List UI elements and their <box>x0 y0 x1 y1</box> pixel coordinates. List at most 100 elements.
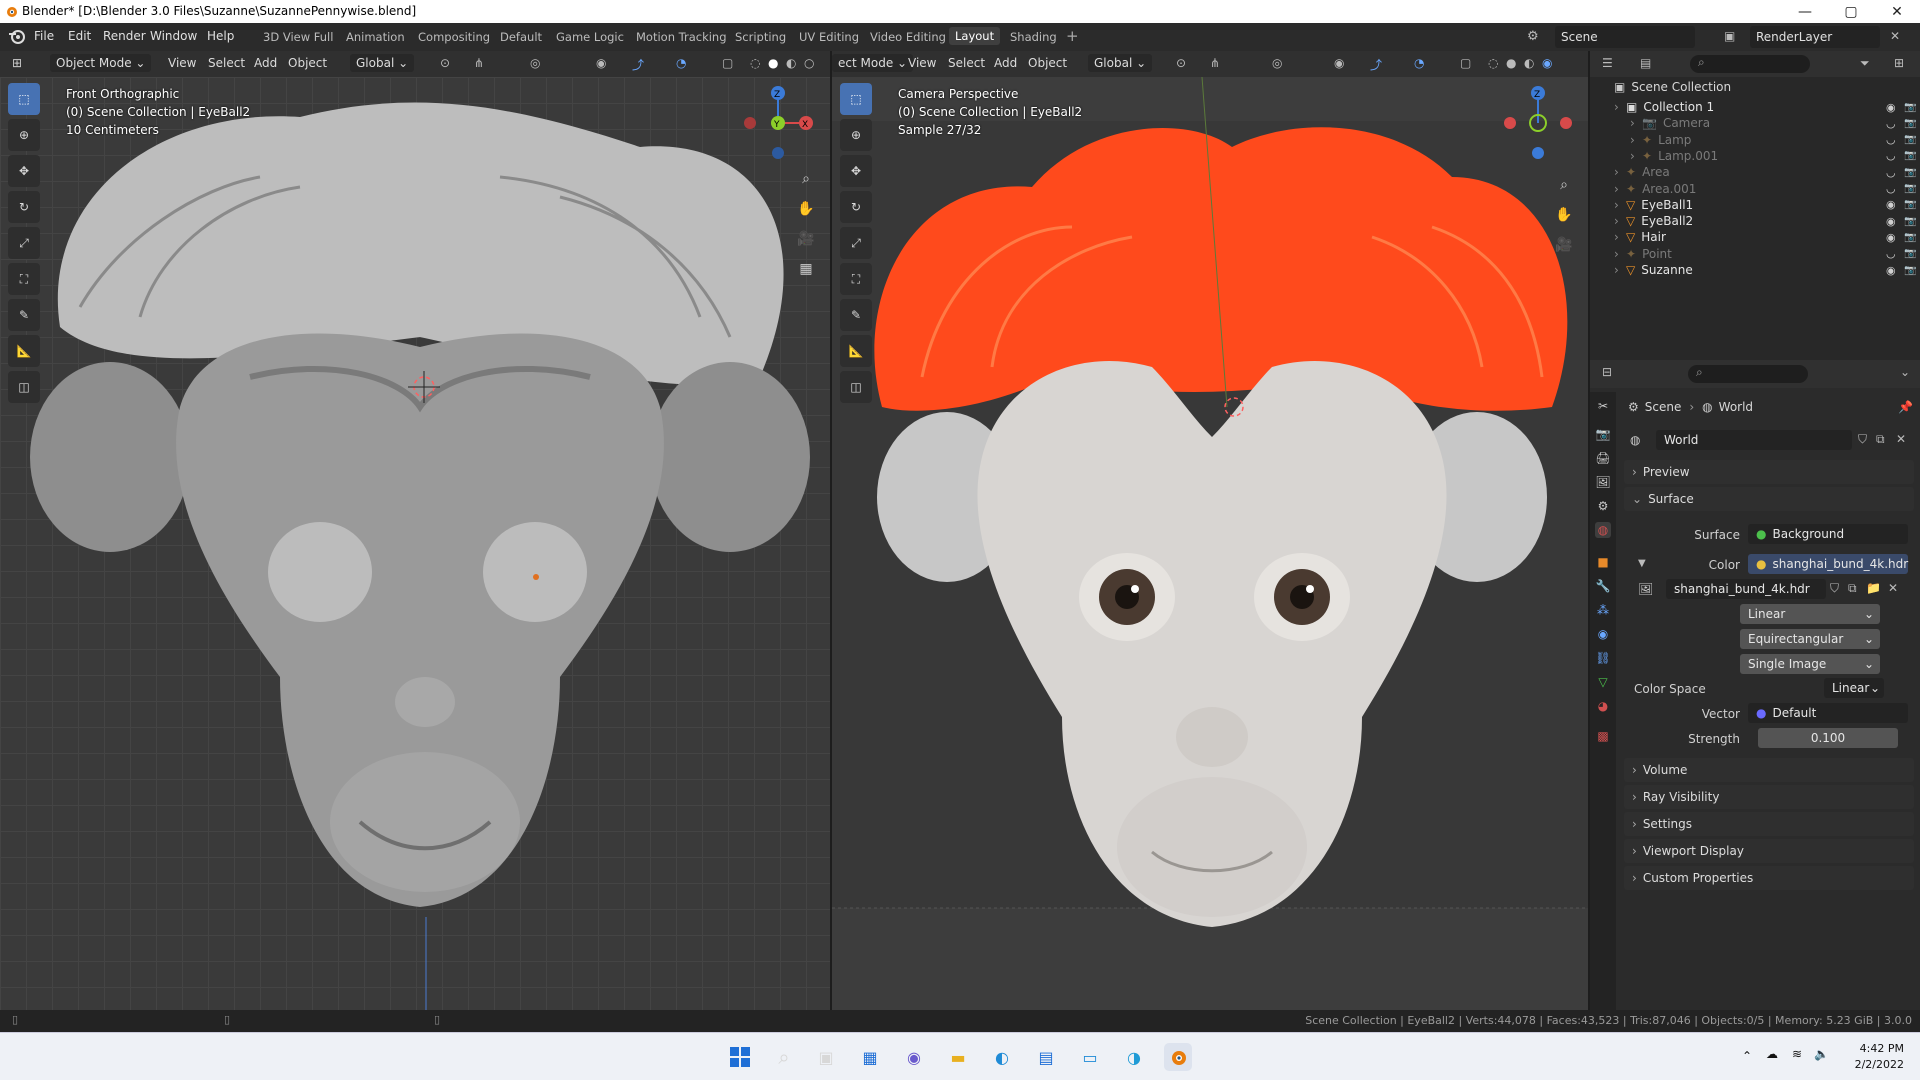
workspace-tab-scripting[interactable]: Scripting <box>735 30 786 44</box>
duplicate-world-icon[interactable]: ⧉ <box>1876 432 1885 447</box>
expand-arrow-icon[interactable]: › <box>1630 133 1642 147</box>
blender-menu-icon[interactable] <box>8 28 26 44</box>
vector-input-field[interactable]: ● Default <box>1748 703 1908 723</box>
panel-volume[interactable]: › Volume <box>1624 758 1914 782</box>
right-camera-view-icon[interactable]: 🎥 <box>1552 233 1576 257</box>
visibility-eye-icon[interactable]: ◉ <box>1886 101 1896 114</box>
menu-file[interactable]: File <box>34 29 54 43</box>
visibility-eye-icon[interactable]: ◡ <box>1886 166 1896 179</box>
material-shading-icon[interactable]: ◐ <box>786 56 796 70</box>
right-measure-tool[interactable]: 📐 <box>840 335 872 367</box>
search-icon[interactable]: ⌕ <box>770 1043 798 1071</box>
volume-icon[interactable]: 🔈 <box>1814 1047 1829 1061</box>
strength-slider[interactable]: 0.100 <box>1758 728 1898 748</box>
expand-arrow-icon[interactable]: › <box>1630 116 1642 130</box>
measure-tool[interactable]: 📐 <box>8 335 40 367</box>
right-cursor-tool[interactable]: ⊕ <box>840 119 872 151</box>
expand-arrow-icon[interactable]: › <box>1614 100 1626 114</box>
render-visibility-icon[interactable]: 📷 <box>1904 183 1916 194</box>
navigation-gizmo[interactable]: Z X Y <box>738 83 818 163</box>
outliner-search-input[interactable]: ⌕ <box>1690 55 1810 73</box>
store-icon[interactable]: ▤ <box>1032 1043 1060 1071</box>
wifi-icon[interactable]: ≋ <box>1792 1047 1802 1061</box>
widgets-icon[interactable]: ▦ <box>856 1043 884 1071</box>
right-menu-select[interactable]: Select <box>948 56 985 70</box>
properties-search-input[interactable]: ⌕ <box>1688 365 1808 383</box>
maximize-button[interactable]: ▢ <box>1828 0 1874 23</box>
image-unlink-icon[interactable]: ✕ <box>1888 581 1898 595</box>
chat-icon[interactable]: ◉ <box>900 1043 928 1071</box>
menu-help[interactable]: Help <box>207 29 234 43</box>
left-menu-object[interactable]: Object <box>288 56 327 70</box>
onedrive-icon[interactable]: ☁ <box>1766 1047 1778 1061</box>
scene-selector[interactable]: Scene <box>1555 26 1695 48</box>
right-proportional-icon[interactable]: ◎ <box>1272 56 1282 70</box>
visibility-eye-icon[interactable]: ◡ <box>1886 149 1896 162</box>
annotate-tool[interactable]: ✎ <box>8 299 40 331</box>
image-source-dropdown[interactable]: Single Image ⌄ <box>1740 654 1880 674</box>
expand-arrow-icon[interactable]: › <box>1614 198 1626 212</box>
right-pivot-icon[interactable]: ⊙ <box>1176 56 1186 70</box>
right-orientation-dropdown[interactable]: Global ⌄ <box>1088 54 1153 72</box>
expand-arrow-icon[interactable]: › <box>1614 247 1626 261</box>
render-tab-icon[interactable]: 📷 <box>1595 426 1611 442</box>
select-box-tool[interactable]: ⬚ <box>8 83 40 115</box>
visibility-eye-icon[interactable]: ◡ <box>1886 247 1896 260</box>
transform-tool[interactable]: ⛶ <box>8 263 40 295</box>
properties-options-icon[interactable]: ⌄ <box>1900 365 1910 379</box>
file-explorer-icon[interactable]: ▬ <box>944 1043 972 1071</box>
render-visibility-icon[interactable]: 📷 <box>1904 150 1916 161</box>
right-gizmo-toggle-icon[interactable]: ⤴ <box>1370 56 1382 73</box>
right-visibility-icon[interactable]: ◉ <box>1334 56 1344 70</box>
right-snap-icon[interactable]: ⋔ <box>1210 56 1220 70</box>
right-zoom-icon[interactable]: ⌕ <box>1552 173 1576 197</box>
projection-dropdown[interactable]: Equirectangular ⌄ <box>1740 629 1880 649</box>
left-menu-add[interactable]: Add <box>254 56 277 70</box>
right-viewport-canvas[interactable]: ⬚ ⊕ ✥ ↻ ⤢ ⛶ ✎ 📐 ◫ Camera Perspective (0)… <box>832 77 1588 1010</box>
texture-tab-icon[interactable]: ▩ <box>1595 728 1611 744</box>
render-layer-selector[interactable]: RenderLayer <box>1750 26 1880 48</box>
blender-taskbar-icon[interactable] <box>1164 1043 1192 1071</box>
right-pan-hand-icon[interactable]: ✋ <box>1552 203 1576 227</box>
visibility-eye-icon[interactable]: ◡ <box>1886 182 1896 195</box>
pan-hand-icon[interactable]: ✋ <box>794 197 818 221</box>
remove-render-layer-icon[interactable]: ✕ <box>1890 29 1900 43</box>
move-tool[interactable]: ✥ <box>8 155 40 187</box>
expand-arrow-icon[interactable]: › <box>1614 182 1626 196</box>
pin-icon[interactable]: 📌 <box>1898 400 1913 414</box>
new-collection-icon[interactable]: ⊞ <box>1894 56 1904 70</box>
object-tab-icon[interactable]: ■ <box>1595 554 1611 570</box>
right-menu-view[interactable]: View <box>908 56 936 70</box>
tool-tab-icon[interactable]: ✂ <box>1595 398 1611 414</box>
menu-edit[interactable]: Edit <box>68 29 91 43</box>
solid-shading-icon[interactable]: ● <box>768 56 778 70</box>
workspace-tab-video-editing[interactable]: Video Editing <box>870 30 946 44</box>
color-space-dropdown[interactable]: Linear ⌄ <box>1824 678 1884 698</box>
right-transform-tool[interactable]: ⛶ <box>840 263 872 295</box>
color-expand-icon[interactable]: ▼ <box>1638 558 1646 569</box>
camera-view-icon[interactable]: 🎥 <box>794 227 818 251</box>
world-name-field[interactable]: World <box>1656 430 1852 450</box>
scale-tool[interactable]: ⤢ <box>8 227 40 259</box>
ortho-grid-icon[interactable]: ▦ <box>794 257 818 281</box>
render-visibility-icon[interactable]: 📷 <box>1904 248 1916 259</box>
add-workspace-icon[interactable]: + <box>1066 27 1079 45</box>
pivot-icon[interactable]: ⊙ <box>440 56 450 70</box>
menu-window[interactable]: Window <box>150 29 197 43</box>
workspace-tab-uv-editing[interactable]: UV Editing <box>799 30 859 44</box>
visibility-eye-icon[interactable]: ◉ <box>1886 264 1896 277</box>
render-visibility-icon[interactable]: 📷 <box>1904 102 1916 113</box>
image-browse-icon[interactable]: 🖼 <box>1638 582 1653 596</box>
render-visibility-icon[interactable]: 📷 <box>1904 232 1916 243</box>
right-mode-dropdown[interactable]: ect Mode ⌄ <box>832 54 914 72</box>
modifier-tab-icon[interactable]: 🔧 <box>1595 578 1611 594</box>
right-menu-object[interactable]: Object <box>1028 56 1067 70</box>
expand-arrow-icon[interactable]: › <box>1614 214 1626 228</box>
scene-tab-icon[interactable]: ⚙ <box>1595 498 1611 514</box>
workspace-tab-3d-view-full[interactable]: 3D View Full <box>263 30 333 44</box>
world-tab-icon[interactable]: ◍ <box>1595 522 1611 538</box>
color-texture-field[interactable]: ● shanghai_bund_4k.hdr <box>1748 554 1908 574</box>
display-mode-icon[interactable]: ▤ <box>1640 56 1651 70</box>
right-material-shading-icon[interactable]: ◐ <box>1524 56 1534 70</box>
surface-shader-field[interactable]: ● Background <box>1748 524 1908 544</box>
